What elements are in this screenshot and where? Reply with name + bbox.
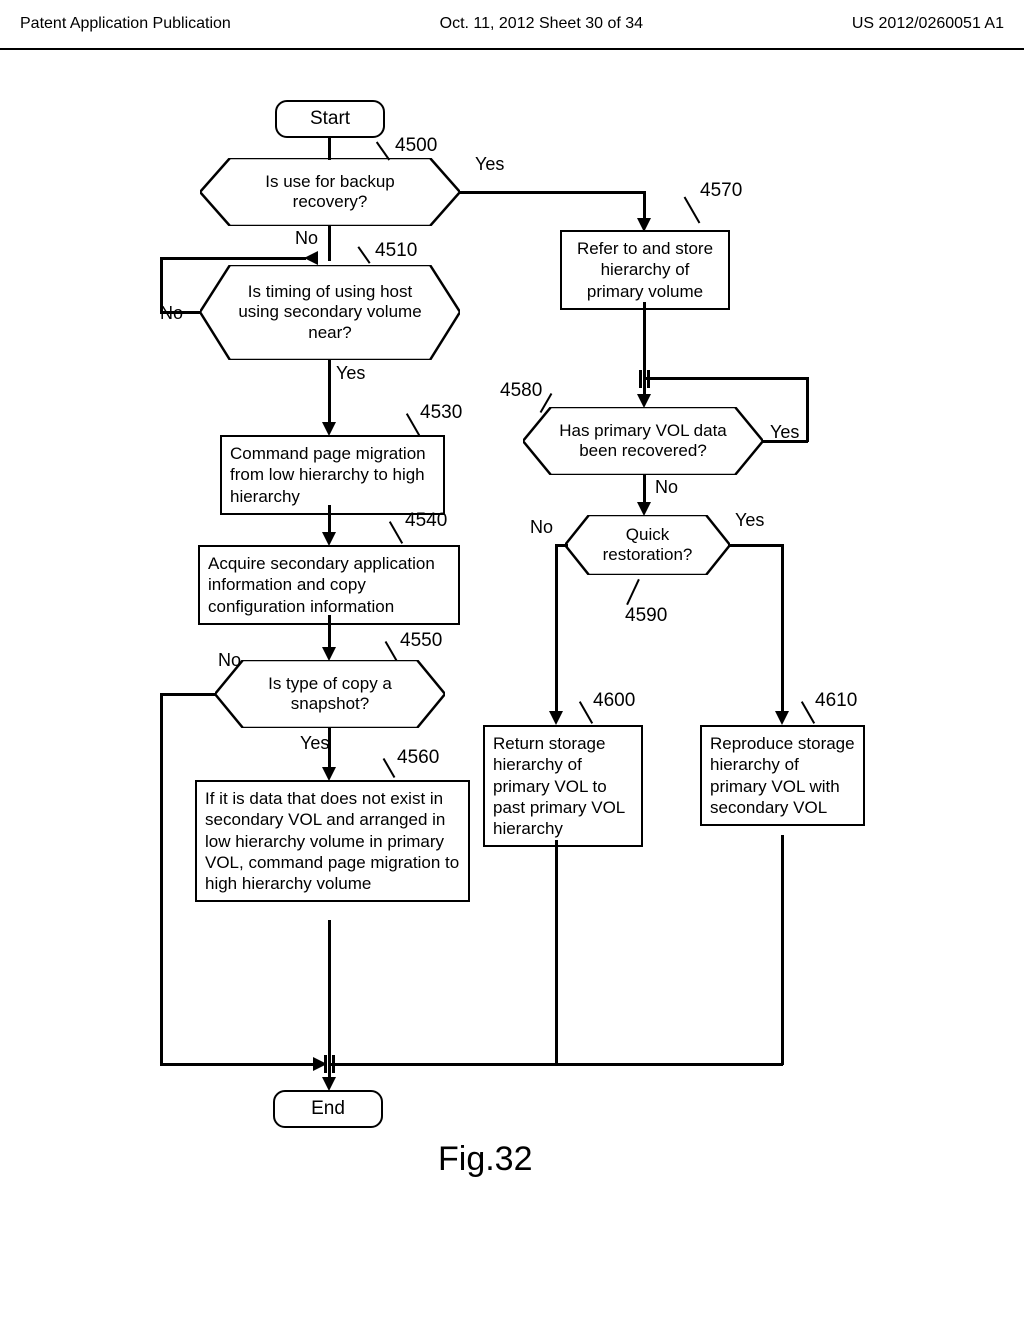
ref-4580: 4580 <box>500 380 542 402</box>
connector <box>160 1063 315 1066</box>
label-yes: Yes <box>300 733 329 754</box>
connector <box>160 693 163 1063</box>
connector <box>328 615 331 650</box>
decision-text: Has primary VOL data been recovered? <box>523 421 763 462</box>
ref-tick <box>406 413 420 436</box>
decision-text: Is use for backup recovery? <box>200 172 460 213</box>
arrow-down-icon <box>775 711 789 725</box>
ref-tick <box>385 641 398 661</box>
connector <box>781 544 784 714</box>
ref-tick <box>579 701 593 724</box>
process-4570: Refer to and store hierarchy of primary … <box>560 230 730 310</box>
arrow-right-icon <box>304 251 318 265</box>
arrow-down-icon <box>322 532 336 546</box>
decision-4510: Is timing of using host using secondary … <box>200 265 460 360</box>
ref-4550: 4550 <box>400 630 442 652</box>
connector <box>806 377 809 442</box>
label-yes: Yes <box>735 510 764 531</box>
process-4540: Acquire secondary application informatio… <box>198 545 460 625</box>
ref-4500: 4500 <box>395 135 437 157</box>
connector <box>643 302 646 397</box>
ref-4610: 4610 <box>815 690 857 712</box>
ref-4570: 4570 <box>700 180 742 202</box>
connector <box>460 191 645 194</box>
connector <box>763 440 808 443</box>
connector <box>328 920 331 1080</box>
connector <box>328 360 331 425</box>
label-no: No <box>655 477 678 498</box>
connector <box>330 1063 783 1066</box>
connector <box>781 835 784 1065</box>
connector <box>328 505 331 535</box>
connector <box>160 693 215 696</box>
arrow-down-icon <box>322 647 336 661</box>
decision-text: Is timing of using host using secondary … <box>200 282 460 343</box>
arrow-down-icon <box>637 502 651 516</box>
arrow-down-icon <box>322 767 336 781</box>
merge-tick <box>324 1055 327 1073</box>
decision-4550: Is type of copy a snapshot? <box>215 660 445 728</box>
page-header: Patent Application Publication Oct. 11, … <box>0 0 1024 50</box>
header-mid: Oct. 11, 2012 Sheet 30 of 34 <box>440 15 643 33</box>
connector <box>160 257 236 260</box>
connector <box>160 311 200 314</box>
connector <box>555 840 558 1065</box>
arrow-down-icon <box>322 1077 336 1091</box>
header-right: US 2012/0260051 A1 <box>852 15 1004 33</box>
end-terminator: End <box>273 1090 383 1128</box>
connector <box>643 475 646 505</box>
label-yes: Yes <box>336 363 365 384</box>
label-no: No <box>160 303 183 324</box>
ref-4600: 4600 <box>593 690 635 712</box>
ref-tick <box>383 758 396 778</box>
flowchart-canvas: Start Is use for backup recovery? 4500 Y… <box>0 50 1024 1250</box>
header-left: Patent Application Publication <box>20 15 231 33</box>
ref-tick <box>801 701 815 724</box>
arrow-down-icon <box>549 711 563 725</box>
ref-4540: 4540 <box>405 510 447 532</box>
ref-tick <box>389 521 403 544</box>
start-terminator: Start <box>275 100 385 138</box>
connector <box>160 257 163 313</box>
connector <box>643 191 646 221</box>
decision-text: Is type of copy a snapshot? <box>215 674 445 715</box>
arrow-down-icon <box>322 422 336 436</box>
merge-tick <box>639 370 642 388</box>
process-4530: Command page migration from low hierarch… <box>220 435 445 515</box>
decision-text: Quick restoration? <box>565 525 730 566</box>
ref-4560: 4560 <box>397 747 439 769</box>
ref-tick <box>357 246 370 264</box>
connector <box>236 257 306 260</box>
connector <box>328 138 331 160</box>
connector <box>328 226 331 261</box>
label-no: No <box>295 228 318 249</box>
connector <box>728 544 783 547</box>
connector <box>645 377 808 380</box>
label-no: No <box>530 517 553 538</box>
label-yes: Yes <box>475 154 504 175</box>
label-no: No <box>218 650 241 671</box>
ref-tick <box>684 197 701 224</box>
process-4560: If it is data that does not exist in sec… <box>195 780 470 902</box>
figure-label: Fig.32 <box>438 1140 533 1179</box>
decision-4590: Quick restoration? <box>565 515 730 575</box>
decision-4500: Is use for backup recovery? <box>200 158 460 226</box>
process-4610: Reproduce storage hierarchy of primary V… <box>700 725 865 826</box>
process-4600: Return storage hierarchy of primary VOL … <box>483 725 643 847</box>
connector <box>555 544 558 714</box>
decision-4580: Has primary VOL data been recovered? <box>523 407 763 475</box>
ref-4530: 4530 <box>420 402 462 424</box>
arrow-down-icon <box>637 394 651 408</box>
connector <box>328 728 331 770</box>
ref-tick <box>626 579 640 605</box>
ref-4510: 4510 <box>375 240 417 262</box>
ref-4590: 4590 <box>625 605 667 627</box>
